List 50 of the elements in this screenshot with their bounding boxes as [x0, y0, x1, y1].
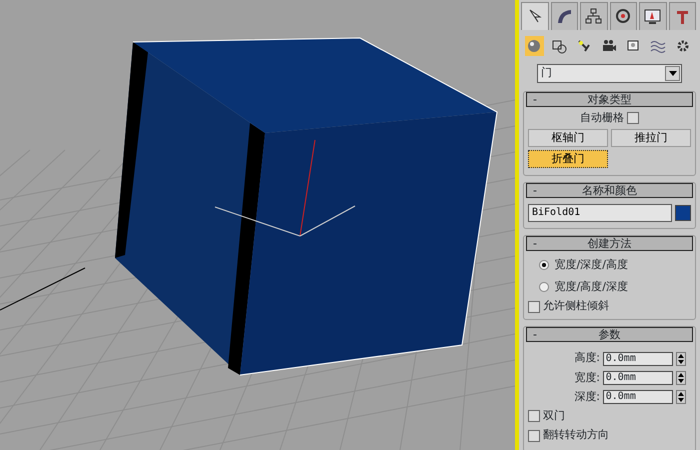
rollout-title: 名称和颜色 [581, 184, 638, 197]
display-tab[interactable] [639, 2, 666, 30]
spinner-arrows-icon[interactable] [676, 390, 686, 404]
spinner-arrows-icon[interactable] [676, 352, 686, 366]
option-label: 宽度/高度/深度 [554, 279, 628, 295]
checkbox[interactable] [528, 410, 540, 422]
option-label: 允许侧柱倾斜 [542, 298, 609, 314]
utilities-tab[interactable] [668, 2, 696, 30]
rollout-title: 对象类型 [586, 93, 632, 106]
rollout-header[interactable]: - 对象类型 [526, 92, 693, 107]
rollout-title: 参数 [598, 328, 622, 341]
door-type-button[interactable]: 枢轴门 [528, 129, 608, 148]
checkbox[interactable] [528, 300, 540, 312]
rollout-header[interactable]: - 名称和颜色 [526, 182, 693, 198]
name-field[interactable]: BiFold01 [528, 204, 672, 222]
create-tab[interactable] [521, 2, 548, 30]
spinner-field[interactable]: 0.0mm [602, 352, 673, 366]
spinner-field[interactable]: 0.0mm [602, 390, 673, 404]
option-label: 自动栅格 [580, 110, 624, 126]
checkbox[interactable] [528, 430, 540, 442]
collapse-toggle[interactable]: - [527, 328, 547, 341]
field-label: 高度: [574, 350, 600, 366]
spinner-field[interactable]: 0.0mm [602, 370, 673, 385]
spinner-arrows-icon[interactable] [676, 370, 686, 385]
modify-tab[interactable] [550, 2, 578, 30]
monitor-icon [644, 8, 662, 25]
checkbox[interactable] [626, 112, 639, 124]
motion-tab[interactable] [610, 2, 637, 30]
rollout-header[interactable]: - 参数 [526, 326, 693, 342]
hierarchy-icon [585, 8, 602, 25]
color-swatch[interactable] [675, 204, 691, 220]
radio-button[interactable] [539, 260, 549, 270]
curve-icon [556, 8, 573, 25]
option-label: 翻转转动方向 [542, 427, 609, 444]
wheel-icon [614, 8, 632, 25]
option-label: 双门 [542, 408, 565, 424]
radio-button[interactable] [539, 282, 549, 292]
collapse-toggle[interactable]: - [527, 184, 547, 197]
collapse-toggle[interactable]: - [527, 93, 547, 106]
collapse-toggle[interactable]: - [527, 237, 547, 250]
rollout-header[interactable]: - 创建方法 [526, 236, 693, 252]
option-label: 宽度/深度/高度 [554, 257, 628, 273]
field-label: 宽度: [574, 370, 600, 386]
door-type-button[interactable]: 推拉门 [610, 129, 691, 148]
hierarchy-tab[interactable] [580, 2, 608, 30]
category-dropdown[interactable]: 门 [537, 64, 682, 83]
rollout-title: 创建方法 [586, 237, 632, 250]
dropdown-arrow-icon [668, 71, 676, 76]
door-type-button[interactable]: 折叠门 [528, 150, 608, 168]
field-label: 深度: [574, 388, 600, 405]
